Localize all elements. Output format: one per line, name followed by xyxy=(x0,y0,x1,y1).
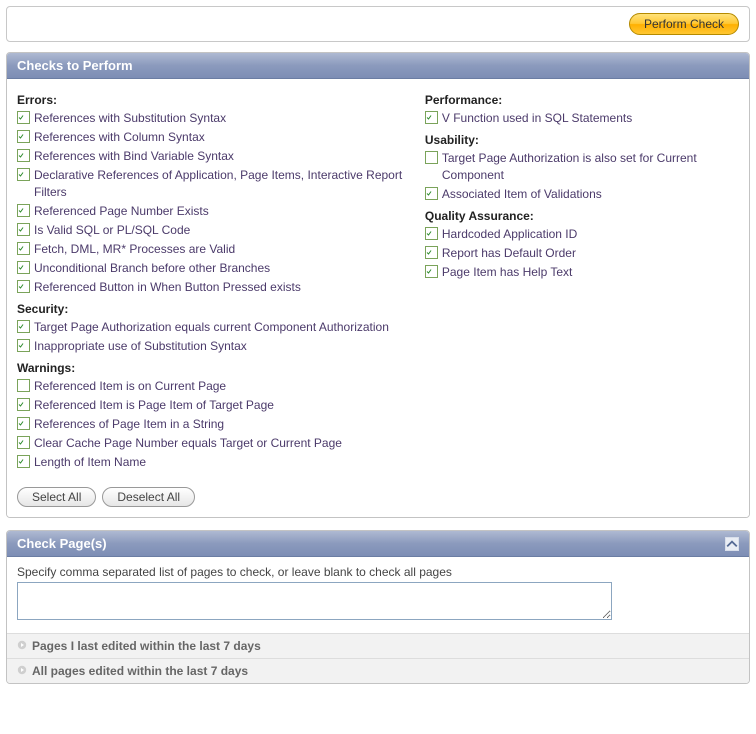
deselect-all-button[interactable]: Deselect All xyxy=(102,487,195,507)
checkbox-label: Referenced Item is on Current Page xyxy=(34,378,226,395)
checkbox[interactable] xyxy=(17,379,30,392)
checkbox-label: V Function used in SQL Statements xyxy=(442,110,632,127)
checkbox[interactable] xyxy=(17,261,30,274)
checkbox[interactable] xyxy=(425,227,438,240)
checkbox[interactable] xyxy=(17,223,30,236)
check-row: References of Page Item in a String xyxy=(17,416,407,433)
checkbox-label: Fetch, DML, MR* Processes are Valid xyxy=(34,241,235,258)
checkbox[interactable] xyxy=(17,149,30,162)
checkbox[interactable] xyxy=(17,455,30,468)
top-action-bar: Perform Check xyxy=(6,6,750,42)
checkbox[interactable] xyxy=(17,436,30,449)
expander-label: Pages I last edited within the last 7 da… xyxy=(32,639,261,653)
checkbox[interactable] xyxy=(17,204,30,217)
checkbox-label: Clear Cache Page Number equals Target or… xyxy=(34,435,342,452)
perform-check-button[interactable]: Perform Check xyxy=(629,13,739,35)
checkbox[interactable] xyxy=(425,265,438,278)
chevron-right-icon xyxy=(17,664,27,678)
checkbox-label: Unconditional Branch before other Branch… xyxy=(34,260,270,277)
group-title-warnings: Warnings: xyxy=(17,361,407,375)
check-row: Referenced Page Number Exists xyxy=(17,203,407,220)
collapse-icon[interactable] xyxy=(725,537,739,551)
pages-input[interactable] xyxy=(17,582,612,620)
pages-instruction: Specify comma separated list of pages to… xyxy=(17,565,739,579)
check-row: Referenced Button in When Button Pressed… xyxy=(17,279,407,296)
group-title-qa: Quality Assurance: xyxy=(425,209,739,223)
expander-row[interactable]: All pages edited within the last 7 days xyxy=(7,658,749,683)
check-row: Is Valid SQL or PL/SQL Code xyxy=(17,222,407,239)
check-row: Referenced Item is Page Item of Target P… xyxy=(17,397,407,414)
region-header-checks: Checks to Perform xyxy=(7,53,749,79)
check-row: Associated Item of Validations xyxy=(425,186,739,203)
checkbox-label: Declarative References of Application, P… xyxy=(34,167,407,201)
expander-row[interactable]: Pages I last edited within the last 7 da… xyxy=(7,633,749,658)
checkbox-label: Referenced Page Number Exists xyxy=(34,203,209,220)
checkbox[interactable] xyxy=(17,168,30,181)
checkbox[interactable] xyxy=(17,398,30,411)
checkbox-label: References with Substitution Syntax xyxy=(34,110,226,127)
checkbox[interactable] xyxy=(425,246,438,259)
checkbox-label: Length of Item Name xyxy=(34,454,146,471)
region-check-pages: Check Page(s) Specify comma separated li… xyxy=(6,530,750,684)
checkbox[interactable] xyxy=(17,417,30,430)
check-row: Hardcoded Application ID xyxy=(425,226,739,243)
check-row: Clear Cache Page Number equals Target or… xyxy=(17,435,407,452)
expander-label: All pages edited within the last 7 days xyxy=(32,664,248,678)
check-row: Declarative References of Application, P… xyxy=(17,167,407,201)
check-row: References with Bind Variable Syntax xyxy=(17,148,407,165)
checkbox[interactable] xyxy=(17,242,30,255)
check-row: Inappropriate use of Substitution Syntax xyxy=(17,338,407,355)
checkbox-label: Hardcoded Application ID xyxy=(442,226,577,243)
checkbox-label: Referenced Item is Page Item of Target P… xyxy=(34,397,274,414)
check-row: Fetch, DML, MR* Processes are Valid xyxy=(17,241,407,258)
check-row: Report has Default Order xyxy=(425,245,739,262)
check-row: References with Substitution Syntax xyxy=(17,110,407,127)
checkbox[interactable] xyxy=(17,130,30,143)
checkbox[interactable] xyxy=(17,320,30,333)
checkbox-label: Target Page Authorization equals current… xyxy=(34,319,389,336)
checkbox-label: Associated Item of Validations xyxy=(442,186,602,203)
check-row: References with Column Syntax xyxy=(17,129,407,146)
region-title: Checks to Perform xyxy=(17,58,133,73)
check-row: Unconditional Branch before other Branch… xyxy=(17,260,407,277)
check-row: Referenced Item is on Current Page xyxy=(17,378,407,395)
checkbox[interactable] xyxy=(17,280,30,293)
region-header-pages: Check Page(s) xyxy=(7,531,749,557)
check-row: Target Page Authorization is also set fo… xyxy=(425,150,739,184)
checkbox-label: Inappropriate use of Substitution Syntax xyxy=(34,338,247,355)
checkbox-label: References of Page Item in a String xyxy=(34,416,224,433)
chevron-right-icon xyxy=(17,639,27,653)
check-row: Page Item has Help Text xyxy=(425,264,739,281)
checkbox[interactable] xyxy=(17,111,30,124)
group-title-usability: Usability: xyxy=(425,133,739,147)
check-row: Length of Item Name xyxy=(17,454,407,471)
group-title-errors: Errors: xyxy=(17,93,407,107)
checkbox[interactable] xyxy=(425,151,438,164)
check-row: V Function used in SQL Statements xyxy=(425,110,739,127)
select-all-button[interactable]: Select All xyxy=(17,487,96,507)
checkbox-label: Is Valid SQL or PL/SQL Code xyxy=(34,222,190,239)
checkbox[interactable] xyxy=(17,339,30,352)
group-title-security: Security: xyxy=(17,302,407,316)
checkbox-label: References with Column Syntax xyxy=(34,129,205,146)
check-row: Target Page Authorization equals current… xyxy=(17,319,407,336)
group-title-performance: Performance: xyxy=(425,93,739,107)
checkbox-label: Referenced Button in When Button Pressed… xyxy=(34,279,301,296)
select-buttons-row: Select All Deselect All xyxy=(17,481,739,507)
checkbox[interactable] xyxy=(425,111,438,124)
checkbox[interactable] xyxy=(425,187,438,200)
region-title: Check Page(s) xyxy=(17,536,107,551)
checkbox-label: Target Page Authorization is also set fo… xyxy=(442,150,739,184)
region-checks-to-perform: Checks to Perform Errors: References with… xyxy=(6,52,750,518)
checkbox-label: Page Item has Help Text xyxy=(442,264,573,281)
checkbox-label: Report has Default Order xyxy=(442,245,576,262)
checkbox-label: References with Bind Variable Syntax xyxy=(34,148,234,165)
